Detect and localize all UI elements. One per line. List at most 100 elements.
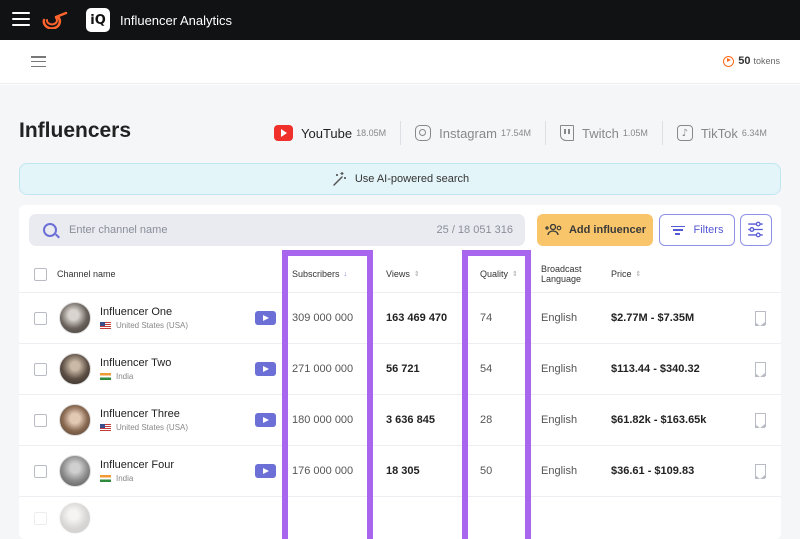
play-cell — [255, 446, 276, 496]
platform-tabs: YouTube 18.05M Instagram 17.54M Twitch 1… — [274, 121, 781, 145]
views-value: 18 305 — [386, 465, 420, 477]
hamburger-menu-icon[interactable] — [12, 12, 30, 26]
channel-cell: Influencer Four India — [100, 446, 174, 496]
play-video-icon[interactable] — [255, 413, 276, 427]
column-settings-button[interactable] — [740, 214, 772, 246]
search-icon — [43, 223, 57, 237]
row-checkbox[interactable] — [34, 362, 47, 376]
semrush-logo-icon[interactable] — [42, 11, 68, 29]
avatar-cell — [59, 395, 91, 445]
row-select-cell — [34, 395, 47, 445]
avatar[interactable] — [59, 455, 91, 487]
india-flag-icon — [100, 373, 111, 380]
filters-button[interactable]: Filters — [659, 214, 735, 246]
youtube-icon — [274, 125, 293, 141]
top-bar: iQ Influencer Analytics — [0, 0, 800, 40]
country-label: India — [116, 372, 134, 381]
influencer-name[interactable]: Influencer One — [100, 306, 188, 318]
tokens-count: 50 — [738, 55, 751, 67]
influencer-name[interactable]: Influencer Four — [100, 459, 174, 471]
menu-icon[interactable] — [31, 56, 46, 67]
us-flag-icon — [100, 424, 111, 431]
table-row[interactable]: Influencer Three United States (USA) 180… — [19, 395, 781, 446]
views-value: 3 636 845 — [386, 414, 435, 426]
select-all-checkbox[interactable] — [34, 267, 47, 281]
channel-search[interactable]: 25 / 18 051 316 — [29, 214, 525, 246]
country-label: India — [116, 474, 134, 483]
row-checkbox[interactable] — [34, 464, 47, 478]
bookmark-icon[interactable] — [754, 464, 766, 479]
influencer-name[interactable]: Influencer Two — [100, 357, 171, 369]
avatar — [59, 502, 91, 534]
language-value: English — [541, 312, 578, 324]
table-row[interactable]: Influencer One United States (USA) 309 0… — [19, 293, 781, 344]
tokens-unit: tokens — [753, 56, 780, 66]
row-checkbox[interactable] — [34, 413, 47, 427]
header-label: Channel name — [57, 269, 116, 279]
table-header: Channel name Subscribers ↓ Views ⇕ Quali… — [19, 255, 781, 293]
country: United States (USA) — [100, 321, 188, 330]
add-influencer-button[interactable]: Add influencer — [537, 214, 653, 246]
bookmark-icon[interactable] — [754, 362, 766, 377]
header-views[interactable]: Views ⇕ — [386, 255, 420, 293]
views-value: 56 721 — [386, 363, 420, 375]
language-value: English — [541, 465, 578, 477]
channel-cell: Influencer One United States (USA) — [100, 293, 188, 343]
avatar-cell — [59, 446, 91, 496]
avatar[interactable] — [59, 404, 91, 436]
tab-count: 18.05M — [356, 128, 387, 138]
country: United States (USA) — [100, 423, 188, 432]
india-flag-icon — [100, 475, 111, 482]
channel-cell: Influencer Two India — [100, 344, 171, 394]
magic-wand-icon — [333, 172, 346, 186]
app-logo: iQ — [86, 8, 110, 32]
tab-tiktok[interactable]: ♪ TikTok 6.34M — [661, 121, 781, 145]
tab-instagram[interactable]: Instagram 17.54M — [400, 121, 545, 145]
bookmark-icon[interactable] — [754, 311, 766, 326]
select-all-cell — [34, 255, 47, 293]
play-cell — [255, 293, 276, 343]
header-price[interactable]: Price ⇕ — [611, 255, 641, 293]
price-value: $36.61 - $109.83 — [611, 465, 695, 477]
country-label: United States (USA) — [116, 423, 189, 432]
avatar-cell — [59, 293, 91, 343]
header-label: Price — [611, 269, 632, 279]
tab-count: 17.54M — [500, 128, 531, 138]
header-label: Views — [386, 269, 410, 279]
country: India — [100, 372, 171, 381]
bookmark-cell — [754, 293, 766, 343]
add-user-icon — [544, 224, 562, 236]
instagram-icon — [415, 125, 432, 141]
table-row[interactable]: Influencer Two India 271 000 000 56 721 … — [19, 344, 781, 395]
influencer-name[interactable]: Influencer Three — [100, 408, 188, 420]
play-video-icon[interactable] — [255, 311, 276, 325]
channel-cell: Influencer Three United States (USA) — [100, 395, 188, 445]
avatar[interactable] — [59, 302, 91, 334]
token-play-icon — [723, 55, 735, 67]
filters-label: Filters — [693, 224, 724, 236]
ai-search-button[interactable]: Use AI-powered search — [19, 163, 781, 195]
influencer-table-card: 25 / 18 051 316 Add influencer Filters — [19, 205, 781, 539]
avatar-cell — [59, 344, 91, 394]
subscribers-highlight-frame — [282, 250, 373, 539]
tab-twitch[interactable]: Twitch 1.05M — [544, 121, 662, 145]
bookmark-icon[interactable] — [754, 413, 766, 428]
channel-search-input[interactable] — [69, 214, 409, 246]
avatar-cell — [59, 497, 91, 539]
bookmark-cell — [754, 344, 766, 394]
sort-icon[interactable]: ⇕ — [636, 270, 642, 278]
row-select-cell — [34, 293, 47, 343]
play-cell — [255, 395, 276, 445]
avatar[interactable] — [59, 353, 91, 385]
sort-icon[interactable]: ⇕ — [414, 270, 420, 278]
tokens-counter[interactable]: 50 tokens — [723, 55, 780, 67]
row-checkbox[interactable] — [34, 311, 47, 325]
page-title: Influencers — [19, 119, 132, 142]
play-video-icon[interactable] — [255, 362, 276, 376]
play-video-icon[interactable] — [255, 464, 276, 478]
language-value: English — [541, 363, 578, 375]
tab-youtube[interactable]: YouTube 18.05M — [274, 121, 400, 145]
tiktok-icon: ♪ — [676, 125, 693, 141]
table-row[interactable]: Influencer Four India 176 000 000 18 305… — [19, 446, 781, 497]
views-value: 163 469 470 — [386, 312, 448, 324]
